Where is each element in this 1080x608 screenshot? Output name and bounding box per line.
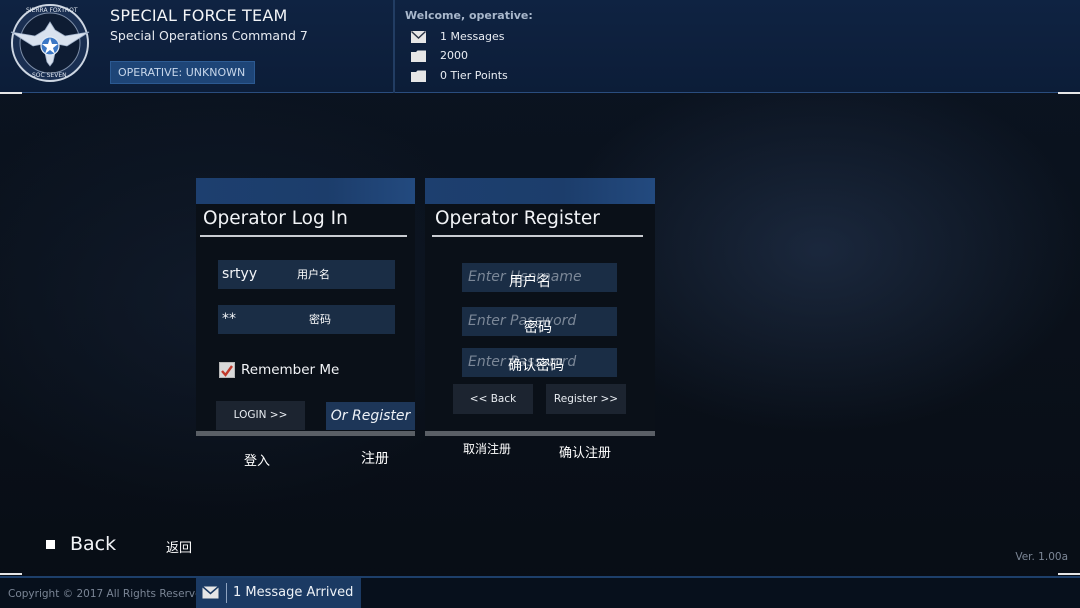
operative-badge: OPERATIVE: UNKNOWN <box>110 61 255 84</box>
register-password-cn: 密码 <box>524 320 552 336</box>
corner-tick-right-top <box>1058 92 1080 94</box>
team-subtitle: Special Operations Command 7 <box>110 28 308 43</box>
corner-tick-left-bottom <box>0 573 22 575</box>
message-arrived-label: 1 Message Arrived <box>233 585 354 600</box>
bottom-footer: Copyright © 2017 All Rights Reserved 1 M… <box>0 576 1080 608</box>
stat-messages-label: 1 Messages <box>440 30 505 43</box>
login-title-rule <box>200 235 407 237</box>
team-title: SPECIAL FORCE TEAM <box>110 6 288 25</box>
login-username-value: srtyy <box>222 266 258 282</box>
header-divider <box>393 0 395 93</box>
login-panel: Operator Log In srtyy 用户名 ** 密码 Remember… <box>196 178 415 436</box>
register-panel-footer-bar <box>425 431 655 436</box>
folder-icon <box>411 50 426 62</box>
register-title-rule <box>432 235 643 237</box>
mail-icon <box>411 30 426 43</box>
message-arrived-notification[interactable]: 1 Message Arrived <box>196 578 361 608</box>
cancel-register-cn-label: 取消注册 <box>463 442 512 456</box>
login-panel-title: Operator Log In <box>203 208 348 229</box>
version-label: Ver. 1.00a <box>1015 551 1068 563</box>
copyright-text: Copyright © 2017 All Rights Reserved <box>8 588 209 600</box>
register-confirm-cn: 确认密码 <box>508 358 564 374</box>
register-password-field[interactable]: Enter Password 密码 <box>462 307 617 336</box>
stat-credits: 2000 <box>411 49 468 62</box>
login-password-hint: 密码 <box>309 313 331 326</box>
checkmark-icon <box>221 365 233 377</box>
corner-tick-left-top <box>0 92 22 94</box>
back-button[interactable]: Back <box>70 533 116 555</box>
login-username-field[interactable]: srtyy 用户名 <box>218 260 395 289</box>
stat-messages[interactable]: 1 Messages <box>411 30 504 43</box>
message-tab-divider <box>226 583 227 603</box>
register-panel-title: Operator Register <box>435 208 600 229</box>
register-username-field[interactable]: Enter Username 用户名 <box>462 263 617 292</box>
stat-credits-label: 2000 <box>440 49 468 62</box>
remember-me-label: Remember Me <box>241 362 340 378</box>
corner-tick-right-bottom <box>1058 573 1080 575</box>
register-back-button[interactable]: << Back <box>453 384 533 414</box>
login-panel-footer-bar <box>196 431 415 436</box>
mail-icon <box>202 586 219 599</box>
register-username-cn: 用户名 <box>509 274 551 290</box>
stat-tier-points-label: 0 Tier Points <box>440 69 508 82</box>
back-cn-label: 返回 <box>166 541 193 556</box>
login-panel-header-bar <box>196 178 415 204</box>
register-password-placeholder: Enter Password <box>468 313 577 329</box>
folder-icon <box>411 70 426 82</box>
logo-text-bottom: SOC SEVEN <box>32 72 67 79</box>
login-cn-label: 登入 <box>244 454 271 469</box>
register-confirm-field[interactable]: Enter Password 确认密码 <box>462 348 617 377</box>
login-password-field[interactable]: ** 密码 <box>218 305 395 334</box>
stat-tier-points: 0 Tier Points <box>411 69 508 82</box>
back-bullet-icon <box>46 540 55 549</box>
register-cn-label: 注册 <box>361 451 389 467</box>
login-password-value: ** <box>222 311 236 327</box>
register-submit-button[interactable]: Register >> <box>546 384 626 414</box>
login-button[interactable]: LOGIN >> <box>216 401 305 430</box>
remember-me-checkbox[interactable] <box>219 362 235 378</box>
register-panel: Operator Register Enter Username 用户名 Ent… <box>425 178 655 436</box>
login-username-hint: 用户名 <box>297 268 330 281</box>
top-header: SIERRA FOXTROT SOC SEVEN SPECIAL FORCE T… <box>0 0 1080 93</box>
welcome-text: Welcome, operative: <box>405 9 533 22</box>
logo-text-top: SIERRA FOXTROT <box>26 7 78 14</box>
confirm-register-cn-label: 确认注册 <box>559 446 612 461</box>
or-register-button[interactable]: Or Register <box>326 402 415 430</box>
register-panel-header-bar <box>425 178 655 204</box>
